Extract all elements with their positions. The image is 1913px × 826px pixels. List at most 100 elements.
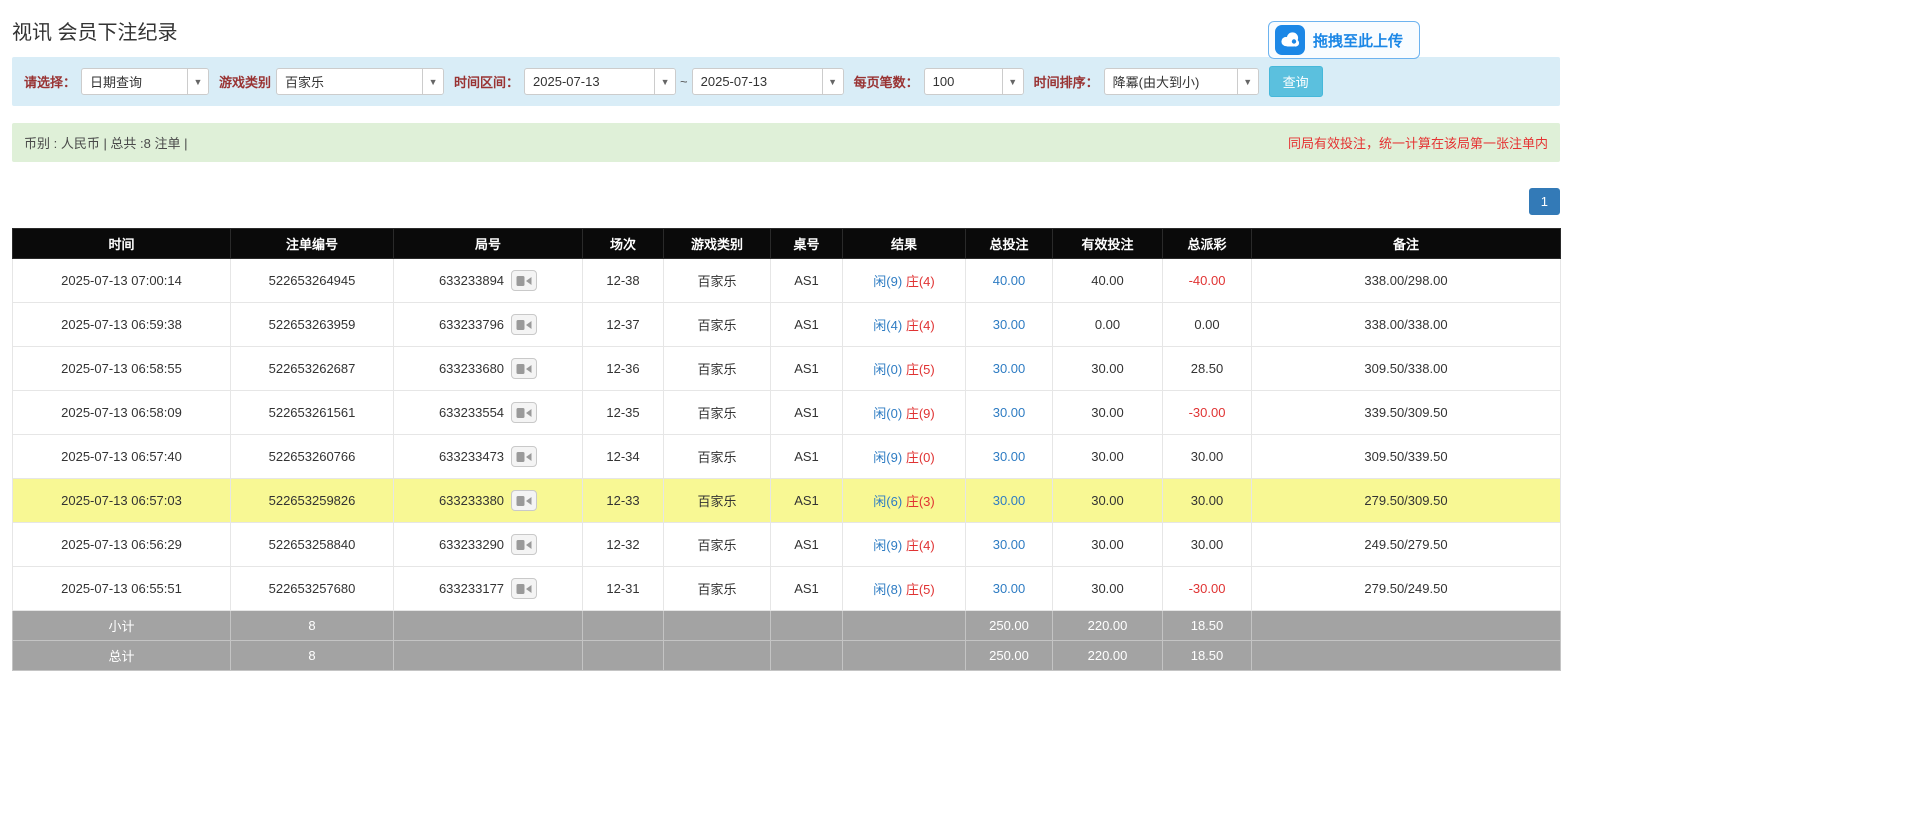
table-row: 2025-07-13 06:58:55522653262687633233680…	[13, 347, 1561, 391]
banker-result: 庄(3)	[906, 494, 935, 509]
summary-table-no-cell	[771, 611, 843, 641]
round-replay-icon[interactable]	[511, 402, 537, 423]
round-id: 633233894	[439, 273, 504, 288]
filter-bar: 请选择： 日期查询 ▼ 游戏类别 百家乐 ▼ 时间区间： 2025-07-13 …	[12, 57, 1560, 106]
summary-remark-cell	[1252, 611, 1561, 641]
result-cell: 闲(9) 庄(4)	[843, 259, 966, 303]
game-type-cell: 百家乐	[664, 391, 771, 435]
valid-bet-cell: 40.00	[1053, 259, 1163, 303]
total-bet-link[interactable]: 30.00	[993, 405, 1026, 420]
banker-result: 庄(4)	[906, 318, 935, 333]
total-bet-link[interactable]: 30.00	[993, 361, 1026, 376]
round-cell: 633233177	[394, 567, 583, 611]
time-sort-select[interactable]: 降冪(由大到小) ▼	[1104, 68, 1259, 95]
payout-cell: 28.50	[1163, 347, 1252, 391]
game-type-select[interactable]: 百家乐 ▼	[276, 68, 444, 95]
column-header-9: 总派彩	[1163, 229, 1252, 259]
summary-game-type-cell	[664, 641, 771, 671]
table-no-cell: AS1	[771, 259, 843, 303]
time-cell: 2025-07-13 06:59:38	[13, 303, 231, 347]
total-bet-link[interactable]: 40.00	[993, 273, 1026, 288]
query-button[interactable]: 查询	[1269, 66, 1323, 97]
table-header-row: 时间注单编号局号场次游戏类别桌号结果总投注有效投注总派彩备注	[13, 229, 1561, 259]
table-no-cell: AS1	[771, 567, 843, 611]
round-replay-icon[interactable]	[511, 446, 537, 467]
player-result: 闲(9)	[873, 538, 902, 553]
round-replay-icon[interactable]	[511, 534, 537, 555]
round-cell: 633233796	[394, 303, 583, 347]
summary-total-bet-cell: 250.00	[966, 611, 1053, 641]
payout-cell: -30.00	[1163, 567, 1252, 611]
session-cell: 12-37	[583, 303, 664, 347]
valid-bet-cell: 30.00	[1053, 435, 1163, 479]
time-cell: 2025-07-13 06:57:03	[13, 479, 231, 523]
date-range-label: 时间区间：	[454, 72, 519, 91]
total-bet-link[interactable]: 30.00	[993, 449, 1026, 464]
total-bet-cell: 30.00	[966, 347, 1053, 391]
result-cell: 闲(0) 庄(5)	[843, 347, 966, 391]
bet-records-table: 时间注单编号局号场次游戏类别桌号结果总投注有效投注总派彩备注 2025-07-1…	[12, 228, 1561, 671]
bet-id-cell: 522653257680	[231, 567, 394, 611]
cloud-upload-icon	[1275, 25, 1305, 55]
pagination: 1	[12, 188, 1560, 215]
summary-valid-bet-cell: 220.00	[1053, 641, 1163, 671]
valid-bet-cell: 0.00	[1053, 303, 1163, 347]
page-container: 视讯 会员下注纪录 请选择： 日期查询 ▼ 游戏类别 百家乐 ▼ 时间区间： 2…	[0, 16, 1572, 671]
same-round-notice: 同局有效投注，统一计算在该局第一张注单内	[1288, 133, 1548, 152]
column-header-8: 有效投注	[1053, 229, 1163, 259]
round-replay-icon[interactable]	[511, 270, 537, 291]
total-bet-link[interactable]: 30.00	[993, 537, 1026, 552]
player-result: 闲(4)	[873, 318, 902, 333]
round-replay-icon[interactable]	[511, 578, 537, 599]
round-replay-icon[interactable]	[511, 490, 537, 511]
game-type-cell: 百家乐	[664, 303, 771, 347]
time-cell: 2025-07-13 07:00:14	[13, 259, 231, 303]
column-header-10: 备注	[1252, 229, 1561, 259]
round-id: 633233680	[439, 361, 504, 376]
total-bet-link[interactable]: 30.00	[993, 493, 1026, 508]
table-no-cell: AS1	[771, 479, 843, 523]
column-header-1: 注单编号	[231, 229, 394, 259]
round-replay-icon[interactable]	[511, 314, 537, 335]
date-from-picker[interactable]: 2025-07-13 ▼	[524, 68, 676, 95]
page-size-select[interactable]: 100 ▼	[924, 68, 1024, 95]
table-no-cell: AS1	[771, 391, 843, 435]
total-bet-cell: 30.00	[966, 523, 1053, 567]
banker-result: 庄(5)	[906, 362, 935, 377]
summary-round-cell	[394, 641, 583, 671]
banker-result: 庄(4)	[906, 274, 935, 289]
time-cell: 2025-07-13 06:58:55	[13, 347, 231, 391]
total-bet-link[interactable]: 30.00	[993, 581, 1026, 596]
player-result: 闲(9)	[873, 450, 902, 465]
page-button-1[interactable]: 1	[1529, 188, 1560, 215]
round-id: 633233554	[439, 405, 504, 420]
player-result: 闲(6)	[873, 494, 902, 509]
time-sort-label: 时间排序：	[1034, 72, 1099, 91]
time-sort-value: 降冪(由大到小)	[1105, 72, 1208, 91]
upload-dropzone-button[interactable]: 拖拽至此上传	[1268, 21, 1420, 59]
round-replay-icon[interactable]	[511, 358, 537, 379]
column-header-4: 游戏类别	[664, 229, 771, 259]
time-cell: 2025-07-13 06:57:40	[13, 435, 231, 479]
time-cell: 2025-07-13 06:58:09	[13, 391, 231, 435]
column-header-2: 局号	[394, 229, 583, 259]
currency-total-text: 币别 : 人民币 | 总共 :8 注单 |	[24, 133, 188, 152]
remark-cell: 338.00/338.00	[1252, 303, 1561, 347]
chevron-down-icon: ▼	[1002, 69, 1023, 94]
date-to-picker[interactable]: 2025-07-13 ▼	[692, 68, 844, 95]
upload-label: 拖拽至此上传	[1313, 30, 1403, 51]
game-type-cell: 百家乐	[664, 523, 771, 567]
summary-table-no-cell	[771, 641, 843, 671]
total-bet-link[interactable]: 30.00	[993, 317, 1026, 332]
chevron-down-icon: ▼	[822, 69, 843, 94]
table-no-cell: AS1	[771, 303, 843, 347]
payout-cell: 30.00	[1163, 523, 1252, 567]
summary-remark-cell	[1252, 641, 1561, 671]
summary-label-cell: 小计	[13, 611, 231, 641]
session-cell: 12-36	[583, 347, 664, 391]
session-cell: 12-34	[583, 435, 664, 479]
result-cell: 闲(0) 庄(9)	[843, 391, 966, 435]
table-no-cell: AS1	[771, 435, 843, 479]
remark-cell: 249.50/279.50	[1252, 523, 1561, 567]
query-type-select[interactable]: 日期查询 ▼	[81, 68, 209, 95]
